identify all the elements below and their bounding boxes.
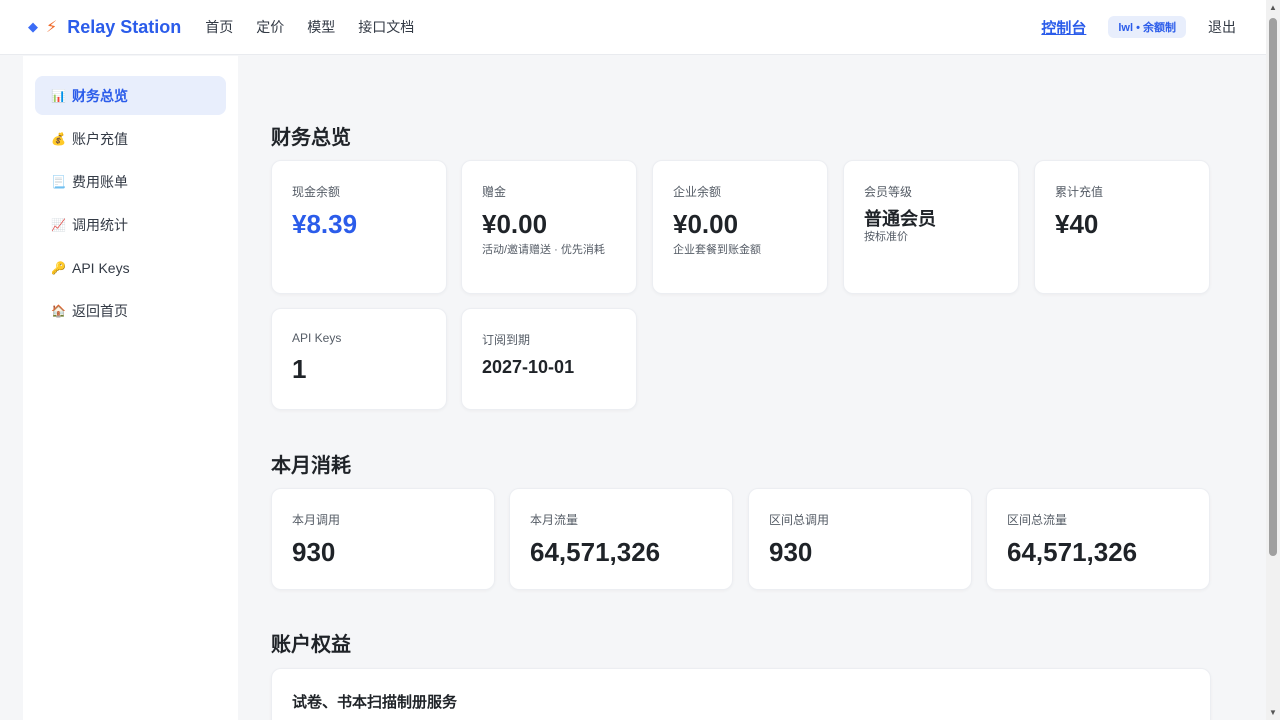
monthly-traffic-card: 本月流量 64,571,326 (509, 488, 733, 590)
key-icon: 🔑 (51, 260, 66, 275)
card-label: 本月流量 (530, 513, 579, 527)
section-title-monthly: 本月消耗 (271, 455, 351, 477)
sidebar-item-label: 费用账单 (72, 173, 128, 190)
card-label: 累计充值 (1055, 185, 1104, 199)
cash-balance-card: 现金余额 ¥8.39 (271, 160, 447, 294)
enterprise-balance-card: 企业余额 ¥0.00 企业套餐到账金额 (652, 160, 828, 294)
card-label: 本月调用 (292, 513, 341, 527)
subscription-expiry-card: 订阅到期 2027-10-01 (461, 308, 637, 410)
money-bag-icon: 💰 (51, 131, 66, 146)
section-title-overview: 财务总览 (271, 127, 351, 149)
card-label: API Keys (292, 331, 342, 345)
monthly-traffic-value: 64,571,326 (530, 537, 661, 567)
sidebar-item-recharge[interactable]: 💰 账户充值 (35, 119, 226, 158)
card-label: 现金余额 (292, 185, 341, 199)
sidebar-item-label: 返回首页 (72, 302, 128, 319)
card-label: 会员等级 (864, 185, 913, 199)
trend-chart-icon: 📈 (51, 217, 66, 232)
logout-link[interactable]: 退出 (1208, 17, 1236, 37)
bar-chart-icon: 📊 (51, 88, 66, 103)
range-traffic-card: 区间总流量 64,571,326 (986, 488, 1210, 590)
lightning-icon: ⚡ (46, 19, 58, 36)
monthly-calls-value: 930 (292, 537, 336, 567)
rights-item-title: 试卷、书本扫描制册服务 (292, 694, 458, 711)
brand-name: Relay Station (67, 16, 182, 37)
bonus-note: 活动/邀请赠送 · 优先消耗 (482, 243, 605, 256)
diamond-icon: ◆ (28, 19, 38, 34)
scrollbar-thumb[interactable] (1269, 18, 1277, 556)
api-keys-value: 1 (292, 354, 307, 384)
card-label: 区间总调用 (769, 513, 830, 527)
receipt-icon: 📃 (51, 174, 66, 189)
enterprise-note: 企业套餐到账金额 (673, 243, 761, 256)
sidebar-item-label: API Keys (72, 259, 130, 276)
sidebar-item-api-keys[interactable]: 🔑 API Keys (35, 248, 226, 287)
card-label: 企业余额 (673, 185, 722, 199)
member-level-value: 普通会员 (864, 209, 936, 229)
card-label: 区间总流量 (1007, 513, 1068, 527)
sidebar-item-label: 调用统计 (72, 216, 128, 233)
cash-balance-value: ¥8.39 (292, 209, 358, 239)
home-icon: 🏠 (51, 303, 66, 318)
brand[interactable]: ◆ ⚡ Relay Station (28, 17, 181, 38)
sidebar-item-usage-stats[interactable]: 📈 调用统计 (35, 205, 226, 244)
api-keys-card: API Keys 1 (271, 308, 447, 410)
account-rights-card: 试卷、书本扫描制册服务 (271, 668, 1211, 720)
sidebar-item-back-home[interactable]: 🏠 返回首页 (35, 291, 226, 330)
bonus-value: ¥0.00 (482, 209, 548, 239)
card-label: 赠金 (482, 185, 507, 199)
nav-home[interactable]: 首页 (205, 17, 233, 37)
sidebar-item-billing[interactable]: 📃 费用账单 (35, 162, 226, 201)
range-calls-value: 930 (769, 537, 813, 567)
bonus-card: 赠金 ¥0.00 活动/邀请赠送 · 优先消耗 (461, 160, 637, 294)
sidebar-item-finance-overview[interactable]: 📊 财务总览 (35, 76, 226, 115)
total-recharge-card: 累计充值 ¥40 (1034, 160, 1210, 294)
scroll-up-icon[interactable]: ▲ (1269, 3, 1277, 12)
sidebar: 📊 财务总览 💰 账户充值 📃 费用账单 📈 调用统计 🔑 API Keys 🏠… (23, 56, 238, 720)
monthly-calls-card: 本月调用 930 (271, 488, 495, 590)
section-title-rights: 账户权益 (271, 634, 351, 656)
sidebar-item-label: 账户充值 (72, 130, 128, 147)
card-label: 订阅到期 (482, 333, 531, 347)
range-calls-card: 区间总调用 930 (748, 488, 972, 590)
range-traffic-value: 64,571,326 (1007, 537, 1138, 567)
member-level-note: 按标准价 (864, 230, 908, 243)
scroll-down-icon[interactable]: ▼ (1269, 708, 1277, 717)
member-level-card: 会员等级 普通会员 按标准价 (843, 160, 1019, 294)
sidebar-item-label: 财务总览 (72, 87, 128, 104)
main-content: 财务总览 现金余额 ¥8.39 赠金 ¥0.00 活动/邀请赠送 · 优先消耗 … (271, 0, 1211, 720)
enterprise-balance-value: ¥0.00 (673, 209, 739, 239)
page-scrollbar[interactable]: ▲ ▼ (1266, 0, 1280, 720)
total-recharge-value: ¥40 (1055, 209, 1099, 239)
subscription-expiry-value: 2027-10-01 (482, 357, 575, 377)
